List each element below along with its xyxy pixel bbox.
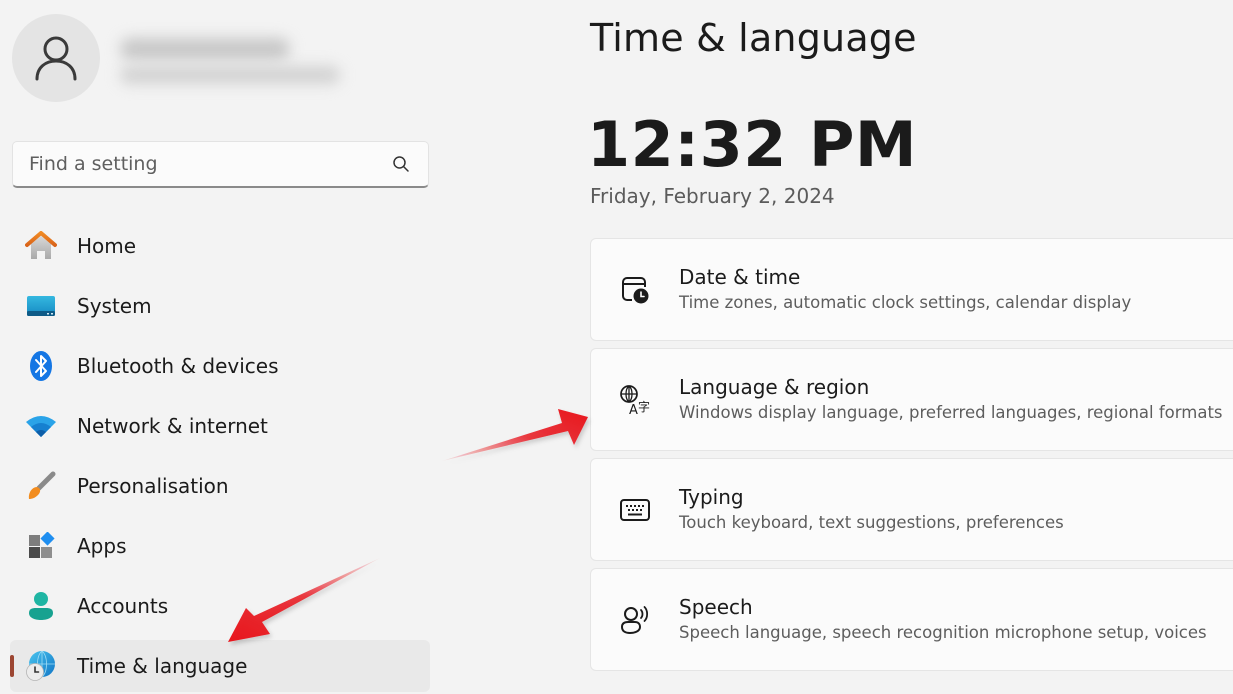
avatar[interactable]	[12, 14, 100, 102]
search-icon[interactable]	[390, 153, 412, 175]
settings-cards: Date & time Time zones, automatic clock …	[590, 238, 1233, 678]
sidebar-item-home[interactable]: Home	[10, 220, 430, 272]
sidebar-item-network[interactable]: Network & internet	[10, 400, 430, 452]
sidebar-item-label: Personalisation	[77, 474, 229, 498]
sidebar-nav: Home System Bluetooth & devices Network …	[10, 220, 430, 694]
wifi-icon	[24, 409, 58, 443]
card-description: Time zones, automatic clock settings, ca…	[679, 293, 1132, 312]
sidebar: Home System Bluetooth &	[0, 0, 440, 694]
person-icon	[35, 36, 77, 81]
card-typing[interactable]: Typing Touch keyboard, text suggestions,…	[590, 458, 1233, 561]
sidebar-item-label: Accounts	[77, 594, 169, 618]
sidebar-item-label: Apps	[77, 534, 127, 558]
sidebar-item-bluetooth[interactable]: Bluetooth & devices	[10, 340, 430, 392]
annotation-arrow-right	[442, 409, 588, 461]
monitor-icon	[24, 289, 58, 323]
sidebar-item-label: Network & internet	[77, 414, 268, 438]
user-profile[interactable]	[12, 14, 340, 102]
keyboard-icon	[618, 493, 652, 527]
sidebar-item-accounts[interactable]: Accounts	[10, 580, 430, 632]
card-title: Typing	[679, 485, 744, 509]
card-title: Language & region	[679, 375, 870, 399]
redacted-user-name	[120, 38, 290, 60]
search-field[interactable]	[12, 141, 429, 188]
page-title: Time & language	[590, 16, 917, 60]
active-indicator	[10, 655, 14, 677]
card-speech[interactable]: Speech Speech language, speech recogniti…	[590, 568, 1233, 671]
sidebar-item-label: System	[77, 294, 152, 318]
card-description: Touch keyboard, text suggestions, prefer…	[679, 513, 1064, 532]
card-language-region[interactable]: A 字 Language & region Windows display la…	[590, 348, 1233, 451]
card-description: Speech language, speech recognition micr…	[679, 623, 1207, 642]
redacted-user-email	[120, 66, 340, 84]
main-content: Time & language 12:32 PM Friday, Februar…	[587, 0, 1233, 694]
sidebar-item-label: Bluetooth & devices	[77, 354, 279, 378]
speech-icon	[618, 603, 652, 637]
sidebar-item-label: Time & language	[77, 654, 248, 678]
card-date-time[interactable]: Date & time Time zones, automatic clock …	[590, 238, 1233, 341]
sidebar-item-time-language[interactable]: Time & language	[10, 640, 430, 692]
home-icon	[24, 229, 58, 263]
sidebar-item-personalisation[interactable]: Personalisation	[10, 460, 430, 512]
bluetooth-icon	[24, 349, 58, 383]
current-date: Friday, February 2, 2024	[590, 184, 835, 208]
search-input[interactable]	[29, 153, 390, 175]
apps-icon	[24, 529, 58, 563]
calendar-clock-icon	[618, 273, 652, 307]
card-title: Date & time	[679, 265, 801, 289]
sidebar-item-apps[interactable]: Apps	[10, 520, 430, 572]
globe-clock-icon	[24, 649, 58, 683]
account-icon	[24, 589, 58, 623]
sidebar-item-label: Home	[77, 234, 137, 258]
svg-text:字: 字	[638, 399, 650, 414]
language-icon: A 字	[618, 383, 652, 417]
card-title: Speech	[679, 595, 753, 619]
paintbrush-icon	[24, 469, 58, 503]
sidebar-item-system[interactable]: System	[10, 280, 430, 332]
current-time: 12:32 PM	[587, 108, 918, 181]
svg-text:A: A	[629, 403, 638, 416]
card-description: Windows display language, preferred lang…	[679, 403, 1223, 422]
